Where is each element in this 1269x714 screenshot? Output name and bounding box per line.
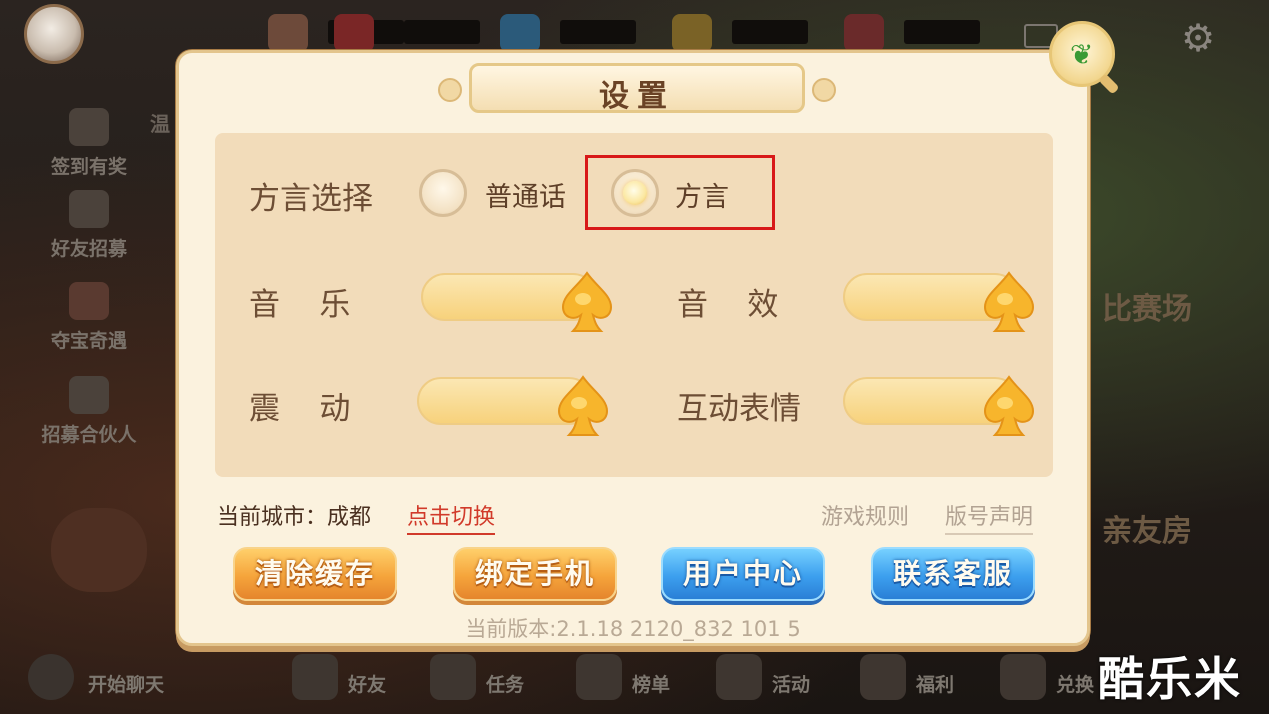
bottom-nav-label: 榜单 <box>632 674 671 696</box>
radio-mandarin-label[interactable]: 普通话 <box>485 175 566 214</box>
dialect-label: 方言选择 <box>249 181 373 217</box>
activity-icon <box>716 654 762 700</box>
panda-face-icon <box>69 190 109 228</box>
bottom-nav-label: 福利 <box>916 674 955 696</box>
nav-friends[interactable]: 好友 <box>292 654 387 700</box>
emote-slider[interactable] <box>843 375 1035 436</box>
side-item-label: 好友招募 <box>50 238 127 260</box>
radio-mandarin[interactable] <box>419 169 467 217</box>
redacted-bar <box>560 20 636 44</box>
top-bar-field <box>404 14 480 48</box>
gear-icon[interactable]: ⚙ <box>1176 16 1220 60</box>
card-icon <box>844 14 884 52</box>
people-icon <box>69 376 109 414</box>
chat-bubble-icon <box>28 654 74 700</box>
close-magnifier-icon[interactable]: ❦ <box>1049 21 1120 95</box>
side-item-treasure[interactable]: 夺宝奇遇 <box>30 282 148 353</box>
version-text: 当前版本:2.1.18 2120_832 101 5 <box>465 617 801 641</box>
music-slider[interactable] <box>421 271 613 332</box>
bottom-nav-label: 兑换 <box>1056 674 1095 696</box>
side-item-partner[interactable]: 招募合伙人 <box>30 376 148 447</box>
gift-icon <box>860 654 906 700</box>
god-of-wealth-figure <box>51 508 147 592</box>
title-plate: 设置 <box>438 63 836 114</box>
license-statement-link[interactable]: 版号声明 <box>945 499 1034 535</box>
friends-room-label[interactable]: 亲友房 <box>1102 506 1192 550</box>
bottom-nav-label: 活动 <box>772 674 811 696</box>
ornament-icon <box>438 78 462 102</box>
spade-knob-icon[interactable] <box>555 373 611 439</box>
user-center-button[interactable]: 用户中心 <box>661 547 825 601</box>
partial-side-label: 温 <box>150 112 170 136</box>
panda-icon <box>268 14 308 52</box>
game-rules-link[interactable]: 游戏规则 <box>821 499 909 531</box>
music-label: 音 乐 <box>249 287 351 323</box>
side-item-label: 招募合伙人 <box>41 424 137 446</box>
sfx-label: 音 效 <box>677 287 779 323</box>
spade-knob-icon[interactable] <box>559 269 615 335</box>
dialog-title: 设置 <box>599 79 675 114</box>
exchange-icon <box>1000 654 1046 700</box>
spade-knob-icon[interactable] <box>981 269 1037 335</box>
god-of-wealth-icon[interactable] <box>40 508 158 598</box>
redacted-bar <box>904 20 980 44</box>
emote-label: 互动表情 <box>677 391 801 427</box>
avatar[interactable] <box>24 4 84 64</box>
task-scroll-icon <box>430 654 476 700</box>
match-hall-label[interactable]: 比赛场 <box>1102 284 1192 328</box>
bottom-nav-label: 好友 <box>348 674 387 696</box>
side-item-invite[interactable]: 好友招募 <box>30 190 148 261</box>
nav-exchange[interactable]: 兑换 <box>1000 654 1095 700</box>
spade-knob-icon[interactable] <box>981 373 1037 439</box>
side-item-label: 签到有奖 <box>50 156 127 178</box>
ornament-icon <box>812 78 836 102</box>
bind-phone-button[interactable]: 绑定手机 <box>453 547 617 601</box>
bottom-nav: 开始聊天 好友 任务 榜单 活动 福利 兑换 <box>0 648 1269 714</box>
vibration-label: 震 动 <box>249 391 351 427</box>
treasure-chest-icon <box>69 282 109 320</box>
nav-welfare[interactable]: 福利 <box>860 654 955 700</box>
bottom-nav-label: 任务 <box>486 674 525 696</box>
friends-icon <box>292 654 338 700</box>
sfx-slider[interactable] <box>843 271 1035 332</box>
redacted-bar <box>404 20 480 44</box>
highlight-box <box>585 155 775 230</box>
ranking-icon <box>576 654 622 700</box>
side-item-label: 夺宝奇遇 <box>50 330 127 352</box>
settings-dialog: 设置 ❦ 方言选择 普通话 方言 音 乐 音 效 震 动 互动表情 当前城市：成… <box>176 21 1120 646</box>
vibration-slider[interactable] <box>417 375 609 436</box>
calendar-icon <box>69 108 109 146</box>
nav-ranking[interactable]: 榜单 <box>576 654 671 700</box>
current-city: 当前城市：成都 <box>217 505 372 530</box>
nav-tasks[interactable]: 任务 <box>430 654 525 700</box>
contact-support-button[interactable]: 联系客服 <box>871 547 1035 601</box>
ruby-icon <box>334 14 374 52</box>
bottom-nav-label: 开始聊天 <box>88 674 165 696</box>
watermark: 酷乐米 <box>1098 652 1242 706</box>
side-item-signin[interactable]: 签到有奖 <box>30 108 148 179</box>
nav-activity[interactable]: 活动 <box>716 654 811 700</box>
redacted-bar <box>732 20 808 44</box>
clear-cache-button[interactable]: 清除缓存 <box>233 547 397 601</box>
switch-city-link[interactable]: 点击切换 <box>407 499 496 535</box>
coin-icon <box>672 14 712 52</box>
chat-button[interactable]: 开始聊天 <box>28 654 165 700</box>
diamond-icon <box>500 14 540 52</box>
leaf-icon: ❦ <box>1070 38 1094 71</box>
